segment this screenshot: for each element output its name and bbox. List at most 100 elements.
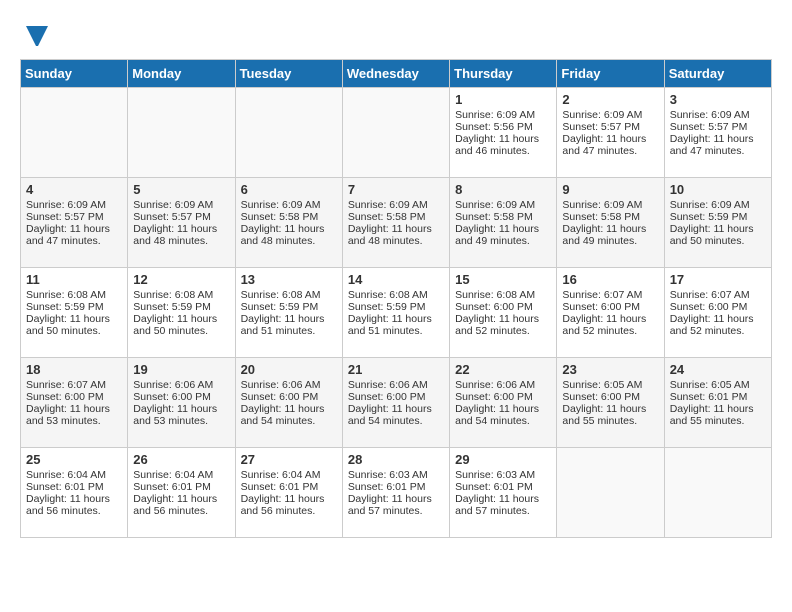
daylight-text: Daylight: 11 hours and 52 minutes. [562, 313, 658, 337]
sunrise-text: Sunrise: 6:03 AM [348, 469, 444, 481]
sunrise-text: Sunrise: 6:09 AM [562, 109, 658, 121]
day-number: 19 [133, 362, 229, 377]
day-number: 13 [241, 272, 337, 287]
daylight-text: Daylight: 11 hours and 50 minutes. [670, 223, 766, 247]
day-number: 29 [455, 452, 551, 467]
daylight-text: Daylight: 11 hours and 53 minutes. [133, 403, 229, 427]
calendar-cell: 3Sunrise: 6:09 AMSunset: 5:57 PMDaylight… [664, 88, 771, 178]
sunset-text: Sunset: 6:00 PM [562, 301, 658, 313]
calendar-cell: 2 Sunrise: 6:09 AMSunset: 5:57 PMDaylight… [557, 88, 664, 178]
sunrise-text: Sunrise: 6:09 AM [562, 199, 658, 211]
day-number: 5 [133, 182, 229, 197]
day-number: 3 [670, 92, 766, 107]
sunrise-text: Sunrise: 6:06 AM [455, 379, 551, 391]
daylight-text: Daylight: 11 hours and 50 minutes. [26, 313, 122, 337]
sunrise-text: Sunrise: 6:07 AM [562, 289, 658, 301]
sunset-text: Sunset: 6:01 PM [455, 481, 551, 493]
calendar-cell [664, 448, 771, 538]
daylight-text: Daylight: 11 hours and 55 minutes. [562, 403, 658, 427]
sunrise-text: Sunrise: 6:08 AM [348, 289, 444, 301]
day-number: 17 [670, 272, 766, 287]
sunrise-text: Sunrise: 6:04 AM [241, 469, 337, 481]
sunrise-text: Sunrise: 6:09 AM [241, 199, 337, 211]
sunset-text: Sunset: 5:57 PM [26, 211, 122, 223]
daylight-text: Daylight: 11 hours and 57 minutes. [455, 493, 551, 517]
header-friday: Friday [557, 60, 664, 88]
calendar-table: SundayMondayTuesdayWednesdayThursdayFrid… [20, 59, 772, 538]
sunset-text: Sunset: 5:56 PM [455, 121, 551, 133]
sunset-text: Sunset: 6:01 PM [133, 481, 229, 493]
calendar-cell: 1Sunrise: 6:09 AMSunset: 5:56 PMDaylight… [450, 88, 557, 178]
calendar-week-2: 4Sunrise: 6:09 AMSunset: 5:57 PMDaylight… [21, 178, 772, 268]
day-number: 10 [670, 182, 766, 197]
header-monday: Monday [128, 60, 235, 88]
daylight-text: Daylight: 11 hours and 52 minutes. [670, 313, 766, 337]
day-number: 6 [241, 182, 337, 197]
calendar-cell: 12Sunrise: 6:08 AMSunset: 5:59 PMDayligh… [128, 268, 235, 358]
calendar-cell: 22Sunrise: 6:06 AMSunset: 6:00 PMDayligh… [450, 358, 557, 448]
header-wednesday: Wednesday [342, 60, 449, 88]
calendar-cell: 27Sunrise: 6:04 AMSunset: 6:01 PMDayligh… [235, 448, 342, 538]
sunrise-text: Sunrise: 6:04 AM [26, 469, 122, 481]
daylight-text: Daylight: 11 hours and 48 minutes. [133, 223, 229, 247]
day-number: 1 [455, 92, 551, 107]
sunset-text: Sunset: 5:58 PM [455, 211, 551, 223]
calendar-cell: 18Sunrise: 6:07 AMSunset: 6:00 PMDayligh… [21, 358, 128, 448]
daylight-text: Daylight: 11 hours and 56 minutes. [133, 493, 229, 517]
day-number: 2 [562, 92, 658, 107]
sunset-text: Sunset: 5:59 PM [670, 211, 766, 223]
sunrise-text: Sunrise: 6:07 AM [670, 289, 766, 301]
calendar-week-1: 1Sunrise: 6:09 AMSunset: 5:56 PMDaylight… [21, 88, 772, 178]
calendar-week-5: 25Sunrise: 6:04 AMSunset: 6:01 PMDayligh… [21, 448, 772, 538]
calendar-cell: 6Sunrise: 6:09 AMSunset: 5:58 PMDaylight… [235, 178, 342, 268]
sunrise-text: Sunrise: 6:09 AM [455, 109, 551, 121]
calendar-cell: 21Sunrise: 6:06 AMSunset: 6:00 PMDayligh… [342, 358, 449, 448]
day-number: 21 [348, 362, 444, 377]
calendar-cell: 5Sunrise: 6:09 AMSunset: 5:57 PMDaylight… [128, 178, 235, 268]
calendar-cell: 20Sunrise: 6:06 AMSunset: 6:00 PMDayligh… [235, 358, 342, 448]
day-number: 12 [133, 272, 229, 287]
calendar-week-3: 11Sunrise: 6:08 AMSunset: 5:59 PMDayligh… [21, 268, 772, 358]
sunset-text: Sunset: 6:00 PM [348, 391, 444, 403]
calendar-cell: 4Sunrise: 6:09 AMSunset: 5:57 PMDaylight… [21, 178, 128, 268]
logo-icon [22, 18, 52, 48]
calendar-cell: 11Sunrise: 6:08 AMSunset: 5:59 PMDayligh… [21, 268, 128, 358]
sunset-text: Sunset: 5:59 PM [26, 301, 122, 313]
sunrise-text: Sunrise: 6:08 AM [241, 289, 337, 301]
day-number: 9 [562, 182, 658, 197]
day-number: 24 [670, 362, 766, 377]
sunrise-text: Sunrise: 6:08 AM [455, 289, 551, 301]
daylight-text: Daylight: 11 hours and 54 minutes. [348, 403, 444, 427]
sunset-text: Sunset: 6:01 PM [241, 481, 337, 493]
calendar-cell: 17Sunrise: 6:07 AMSunset: 6:00 PMDayligh… [664, 268, 771, 358]
header-thursday: Thursday [450, 60, 557, 88]
sunset-text: Sunset: 6:00 PM [455, 301, 551, 313]
page-header [20, 20, 772, 49]
day-number: 16 [562, 272, 658, 287]
calendar-cell [21, 88, 128, 178]
sunset-text: Sunset: 5:58 PM [241, 211, 337, 223]
calendar-cell: 13Sunrise: 6:08 AMSunset: 5:59 PMDayligh… [235, 268, 342, 358]
sunrise-text: Sunrise: 6:09 AM [670, 199, 766, 211]
sunset-text: Sunset: 5:57 PM [562, 121, 658, 133]
calendar-cell: 10 Sunrise: 6:09 AMSunset: 5:59 PMDayligh… [664, 178, 771, 268]
sunset-text: Sunset: 6:00 PM [133, 391, 229, 403]
sunrise-text: Sunrise: 6:09 AM [133, 199, 229, 211]
sunset-text: Sunset: 5:59 PM [241, 301, 337, 313]
daylight-text: Daylight: 11 hours and 55 minutes. [670, 403, 766, 427]
day-number: 25 [26, 452, 122, 467]
daylight-text: Daylight: 11 hours and 54 minutes. [241, 403, 337, 427]
sunrise-text: Sunrise: 6:08 AM [133, 289, 229, 301]
calendar-cell [557, 448, 664, 538]
day-number: 27 [241, 452, 337, 467]
sunset-text: Sunset: 5:58 PM [348, 211, 444, 223]
sunrise-text: Sunrise: 6:09 AM [26, 199, 122, 211]
day-number: 7 [348, 182, 444, 197]
sunrise-text: Sunrise: 6:08 AM [26, 289, 122, 301]
daylight-text: Daylight: 11 hours and 47 minutes. [562, 133, 658, 157]
calendar-cell: 26Sunrise: 6:04 AMSunset: 6:01 PMDayligh… [128, 448, 235, 538]
calendar-cell: 19Sunrise: 6:06 AMSunset: 6:00 PMDayligh… [128, 358, 235, 448]
sunset-text: Sunset: 6:00 PM [562, 391, 658, 403]
logo [20, 20, 52, 49]
daylight-text: Daylight: 11 hours and 49 minutes. [562, 223, 658, 247]
